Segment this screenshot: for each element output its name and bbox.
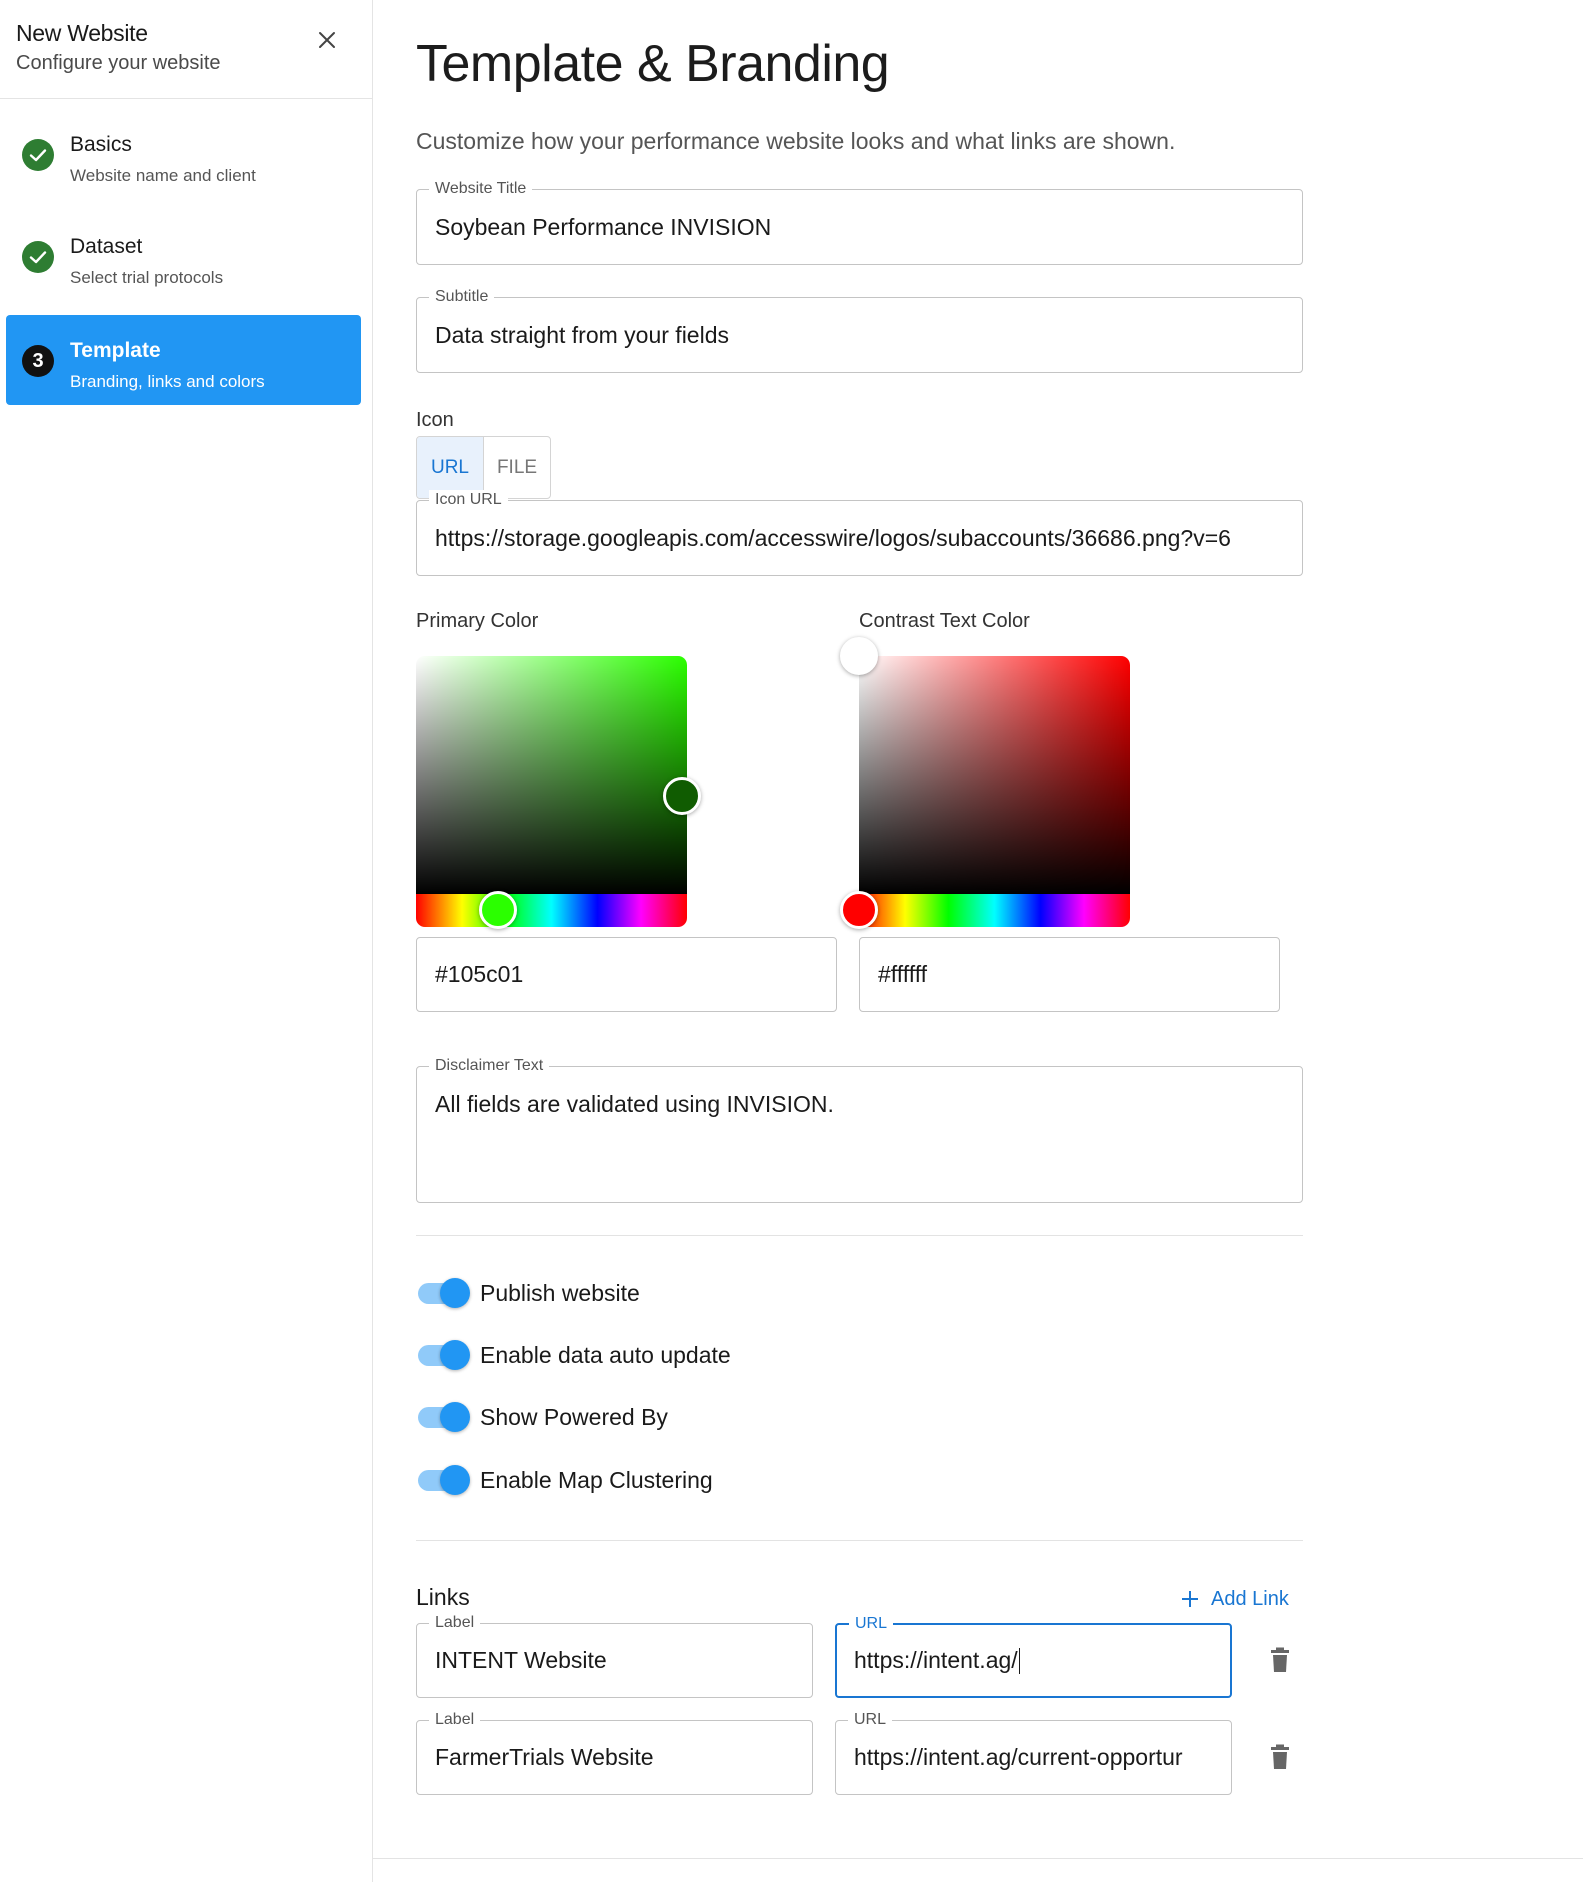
step-title: Basics [70,133,132,156]
sidebar-header: New Website Configure your website [0,0,372,99]
link-url-field[interactable]: URL https://intent.ag/ [835,1614,1232,1698]
step-basics[interactable]: Basics Website name and client [6,109,361,199]
links-heading: Links [416,1584,470,1610]
primary-color-picker [416,656,701,929]
contrast-color-picker [840,637,1130,929]
step-title: Template [70,339,161,362]
check-icon [22,139,54,171]
primary-color-label: Primary Color [416,610,539,632]
add-link-label: Add Link [1211,1587,1289,1610]
switch-thumb[interactable] [440,1465,470,1495]
contrast-color-label: Contrast Text Color [859,610,1030,632]
step-dataset[interactable]: Dataset Select trial protocols [6,211,361,301]
field-label: Disclaimer Text [429,1056,550,1076]
step-subtitle: Branding, links and colors [70,372,265,391]
contrast-hue-slider[interactable] [859,894,1130,927]
icon-label: Icon [416,409,454,431]
add-link-button[interactable]: Add Link [1181,1584,1289,1614]
footer-divider [373,1858,1583,1859]
contrast-hue-handle[interactable] [840,891,878,929]
subtitle-field[interactable]: Subtitle Data straight from your fields [416,287,1303,373]
tab-url[interactable]: URL [417,437,483,498]
primary-color-hex-field[interactable]: #105c01 [416,937,837,1012]
contrast-saturation-area[interactable] [859,656,1130,894]
toggle-publish-website[interactable]: Publish website [416,1274,816,1314]
step-title: Dataset [70,235,143,258]
tab-file[interactable]: FILE [483,437,550,498]
toggle-label: Enable Map Clustering [480,1467,713,1493]
close-icon[interactable] [313,26,341,54]
step-subtitle: Select trial protocols [70,268,224,287]
main-content: Template & Branding Customize how your p… [373,0,1583,1882]
page-title: Template & Branding [416,35,890,93]
sidebar-subtitle: Configure your website [16,52,221,74]
link-label-field[interactable]: Label INTENT Website [416,1613,813,1698]
switch-thumb[interactable] [440,1278,470,1308]
link-label-input[interactable]: INTENT Website [435,1624,798,1697]
disclaimer-textarea[interactable]: All fields are validated using INVISION. [435,1091,1288,1226]
disclaimer-field[interactable]: Disclaimer Text All fields are validated… [416,1056,1303,1203]
text-cursor [1018,1647,1020,1674]
divider [416,1540,1303,1541]
toggle-label: Publish website [480,1280,640,1306]
contrast-saturation-handle[interactable] [840,637,878,675]
primary-saturation-area[interactable] [416,656,687,894]
primary-hue-slider[interactable] [416,894,687,927]
link-url-input[interactable]: https://intent.ag/current-opportur [854,1721,1217,1794]
contrast-color-hex-input[interactable]: #ffffff [878,938,1265,1011]
delete-icon[interactable] [1268,1744,1292,1772]
website-title-input[interactable]: Soybean Performance INVISION [435,190,1288,264]
wizard-sidebar: New Website Configure your website Basic… [0,0,373,1882]
divider [416,1235,1303,1236]
link-label-input[interactable]: FarmerTrials Website [435,1721,798,1794]
sidebar-title: New Website [16,20,148,46]
switch-thumb[interactable] [440,1402,470,1432]
toggle-auto-update[interactable]: Enable data auto update [416,1336,816,1376]
website-title-field[interactable]: Website Title Soybean Performance INVISI… [416,179,1303,265]
page-description: Customize how your performance website l… [416,128,1176,154]
subtitle-input[interactable]: Data straight from your fields [435,298,1288,372]
step-template[interactable]: 3 Template Branding, links and colors [6,315,361,405]
toggle-map-clustering[interactable]: Enable Map Clustering [416,1461,816,1501]
contrast-color-hex-field[interactable]: #ffffff [859,937,1280,1012]
step-number-badge: 3 [22,345,54,377]
step-subtitle: Website name and client [70,166,256,185]
switch-thumb[interactable] [440,1340,470,1370]
plus-icon [1182,1591,1198,1607]
link-url-input[interactable]: https://intent.ag/ [854,1625,1216,1696]
primary-color-hex-input[interactable]: #105c01 [435,938,822,1011]
link-label-field[interactable]: Label FarmerTrials Website [416,1710,813,1795]
link-url-field[interactable]: URL https://intent.ag/current-opportur [835,1710,1232,1795]
delete-icon[interactable] [1268,1647,1292,1675]
toggle-show-powered-by[interactable]: Show Powered By [416,1398,816,1438]
primary-hue-handle[interactable] [479,891,517,929]
toggle-label: Show Powered By [480,1404,668,1430]
primary-saturation-handle[interactable] [663,777,701,815]
check-icon [22,241,54,273]
icon-url-input[interactable]: https://storage.googleapis.com/accesswir… [435,501,1288,575]
toggle-label: Enable data auto update [480,1342,731,1368]
icon-url-field[interactable]: Icon URL https://storage.googleapis.com/… [416,490,1303,576]
link-url-text: https://intent.ag/ [854,1647,1018,1673]
